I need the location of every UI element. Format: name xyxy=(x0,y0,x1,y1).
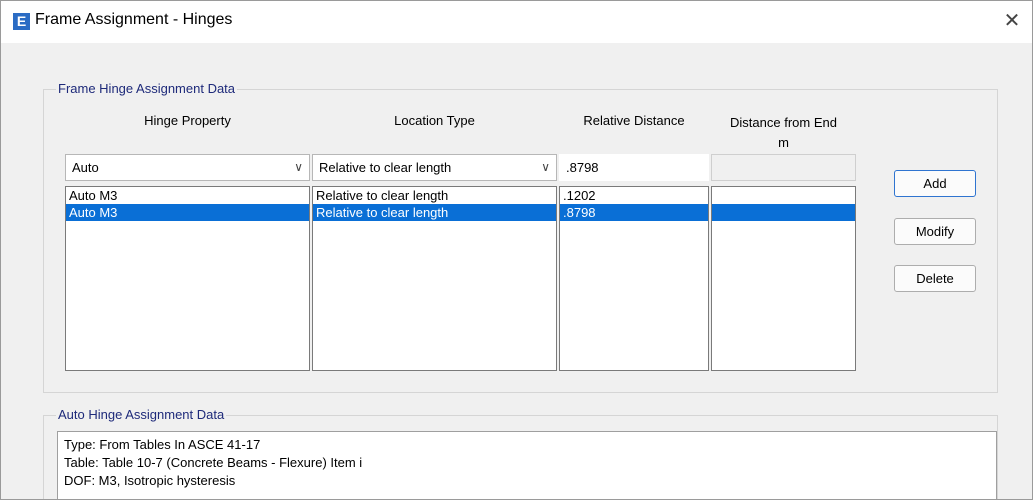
info-line-table: Table: Table 10-7 (Concrete Beams - Flex… xyxy=(64,455,363,470)
relative-distance-list[interactable]: .1202 .8798 xyxy=(559,186,709,371)
relative-distance-input[interactable]: .8798 xyxy=(559,154,709,181)
distance-units-label: m xyxy=(778,135,789,150)
chevron-down-icon[interactable]: ∨ xyxy=(541,155,550,180)
info-line-dof: DOF: M3, Isotropic hysteresis xyxy=(64,473,236,488)
auto-hinge-info-box: Type: From Tables In ASCE 41-17 Table: T… xyxy=(57,431,997,499)
frame-hinges-dialog: E Frame Assignment - Hinges ✕ Frame Hing… xyxy=(0,0,1033,500)
distance-from-end-header: Distance from End m xyxy=(711,113,856,153)
distance-from-end-list[interactable] xyxy=(711,186,856,371)
hinge-property-list[interactable]: Auto M3 Auto M3 xyxy=(65,186,310,371)
list-item[interactable] xyxy=(712,187,855,204)
list-item[interactable]: Relative to clear length xyxy=(313,187,556,204)
hinge-property-header: Hinge Property xyxy=(144,113,231,128)
list-item-selected[interactable]: .8798 xyxy=(560,204,708,221)
frame-hinge-group-title: Frame Hinge Assignment Data xyxy=(56,81,238,96)
location-type-value: Relative to clear length xyxy=(319,160,452,175)
distance-from-end-input xyxy=(711,154,856,181)
distance-from-end-label: Distance from End xyxy=(730,115,837,130)
list-item-selected[interactable] xyxy=(712,204,855,221)
auto-hinge-group-title: Auto Hinge Assignment Data xyxy=(56,407,227,422)
list-item-selected[interactable]: Auto M3 xyxy=(66,204,309,221)
title-bar: E Frame Assignment - Hinges ✕ xyxy=(1,1,1032,43)
relative-distance-header: Relative Distance xyxy=(583,113,685,128)
close-button[interactable]: ✕ xyxy=(992,9,1032,35)
modify-button[interactable]: Modify xyxy=(894,218,976,245)
app-logo-icon: E xyxy=(13,13,30,30)
chevron-down-icon[interactable]: ∨ xyxy=(294,155,303,180)
info-line-type: Type: From Tables In ASCE 41-17 xyxy=(64,437,261,452)
list-item[interactable]: Auto M3 xyxy=(66,187,309,204)
hinge-property-value: Auto xyxy=(72,160,99,175)
add-button[interactable]: Add xyxy=(894,170,976,197)
window-title: Frame Assignment - Hinges xyxy=(35,11,233,28)
list-item-selected[interactable]: Relative to clear length xyxy=(313,204,556,221)
location-type-header: Location Type xyxy=(394,113,475,128)
location-type-dropdown[interactable]: Relative to clear length ∨ xyxy=(312,154,557,181)
hinge-property-dropdown[interactable]: Auto ∨ xyxy=(65,154,310,181)
location-type-list[interactable]: Relative to clear length Relative to cle… xyxy=(312,186,557,371)
list-item[interactable]: .1202 xyxy=(560,187,708,204)
delete-button[interactable]: Delete xyxy=(894,265,976,292)
